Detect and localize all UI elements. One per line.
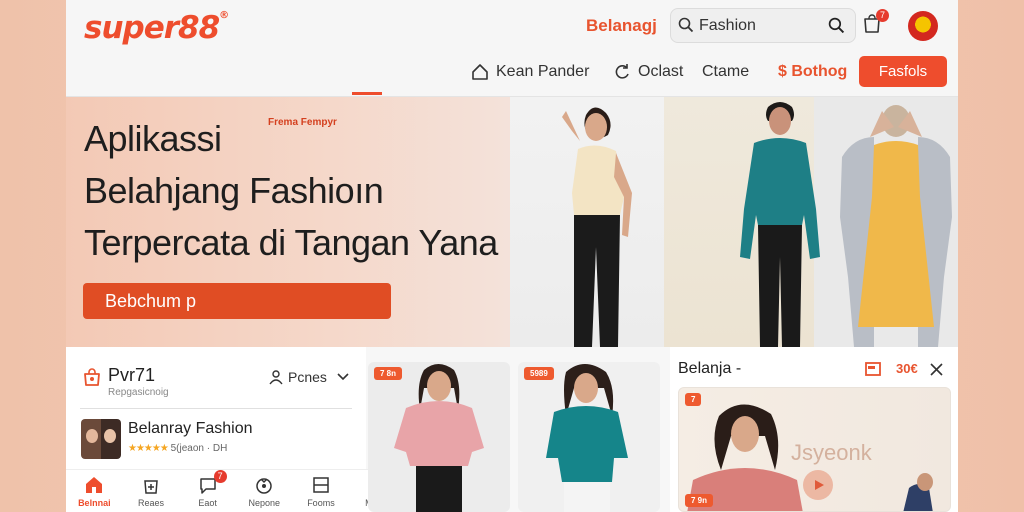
avatar[interactable]: [908, 11, 938, 41]
nav-item-ctame[interactable]: Ctame: [702, 56, 749, 88]
belanja-panel: Belanja - 30€ 7 Jsyeonk 7 9n: [670, 347, 958, 512]
belanja-link[interactable]: Belanagj: [586, 16, 657, 36]
model-image: [562, 107, 632, 347]
bottom-nav-home[interactable]: Belnnai: [66, 470, 122, 512]
account-name: Pvr71: [108, 365, 156, 385]
play-icon[interactable]: [803, 470, 833, 500]
fashion-button[interactable]: Fasfols: [859, 56, 947, 87]
shop-name[interactable]: Belanray Fashion: [128, 420, 253, 438]
panel-price: 30€: [896, 361, 918, 376]
app-window: super88® Belanagj 7 Kean Pander Oclast C…: [66, 0, 958, 512]
hero-photo-woman: [510, 97, 664, 347]
product-card[interactable]: 5989: [518, 362, 660, 512]
dress-model-image: [840, 105, 952, 347]
gift-icon: [256, 478, 273, 494]
overlay-text: Jsyeonk: [791, 440, 872, 465]
logo[interactable]: super88®: [84, 10, 229, 46]
panel-tag: 7: [685, 393, 702, 406]
search-bar[interactable]: [670, 8, 856, 43]
cart-badge: 7: [876, 9, 889, 22]
nav-item-oclast[interactable]: Oclast: [612, 56, 683, 88]
product-tag: 7 8n: [374, 367, 403, 380]
home-icon: [86, 477, 103, 493]
bottom-nav: Belnnai Reaes Eaot 7 Nepone Fooms Mamn: [66, 469, 406, 512]
hero-text-area: Frema Fempyr Aplikassi Belahjang Fashioı…: [66, 97, 510, 347]
hero-title: Aplikassi Belahjang Fashioın Terpercata …: [84, 118, 498, 263]
card-icon[interactable]: [865, 362, 881, 376]
search-icon: [678, 17, 694, 33]
refresh-icon: [615, 64, 629, 79]
layout-icon: [313, 477, 329, 493]
bottom-nav-nepone[interactable]: Nepone: [236, 470, 292, 512]
nav-item-bothog[interactable]: $ Bothog: [778, 56, 847, 88]
panel-footer-tag: 7 9n: [685, 494, 714, 507]
hero-cta-button[interactable]: Bebchum p: [83, 283, 391, 319]
user-icon: [269, 370, 283, 385]
panel-title: Belanja -: [678, 360, 742, 377]
hero-banner: Frema Fempyr Aplikassi Belahjang Fashioı…: [66, 97, 958, 347]
bottom-nav-fooms[interactable]: Fooms: [293, 470, 349, 512]
panel-video[interactable]: 7 Jsyeonk 7 9n: [678, 387, 951, 512]
bottom-nav-reaes[interactable]: Reaes: [123, 470, 179, 512]
close-icon[interactable]: [930, 363, 943, 376]
hero-photo-group: [664, 97, 958, 347]
bag-icon: [84, 368, 100, 386]
account-subtitle: Repgasicnoig: [108, 387, 169, 398]
product-tag: 5989: [524, 367, 554, 380]
product-card[interactable]: 7 8n: [368, 362, 510, 512]
nav-indicator: [352, 92, 382, 95]
product-image: [546, 364, 628, 512]
bottom-nav-eaot[interactable]: Eaot 7: [180, 470, 236, 512]
shop-thumbnail[interactable]: [81, 419, 121, 459]
add-bag-icon: [144, 480, 158, 494]
male-model-image: [740, 102, 820, 347]
search-submit-icon[interactable]: [828, 17, 845, 34]
search-input[interactable]: [699, 15, 819, 37]
divider: [80, 408, 352, 409]
product-image: [394, 364, 484, 512]
shop-rating: ★★★★★ 5(jeaon · DH: [128, 443, 228, 454]
nav-item-kean-pander[interactable]: Kean Pander: [470, 56, 589, 88]
chevron-down-icon[interactable]: [336, 372, 350, 382]
chat-badge: 7: [213, 470, 227, 483]
user-menu[interactable]: Pcnes: [268, 369, 327, 385]
header: super88® Belanagj 7 Kean Pander Oclast C…: [66, 0, 958, 97]
home-outline-icon: [472, 64, 488, 80]
